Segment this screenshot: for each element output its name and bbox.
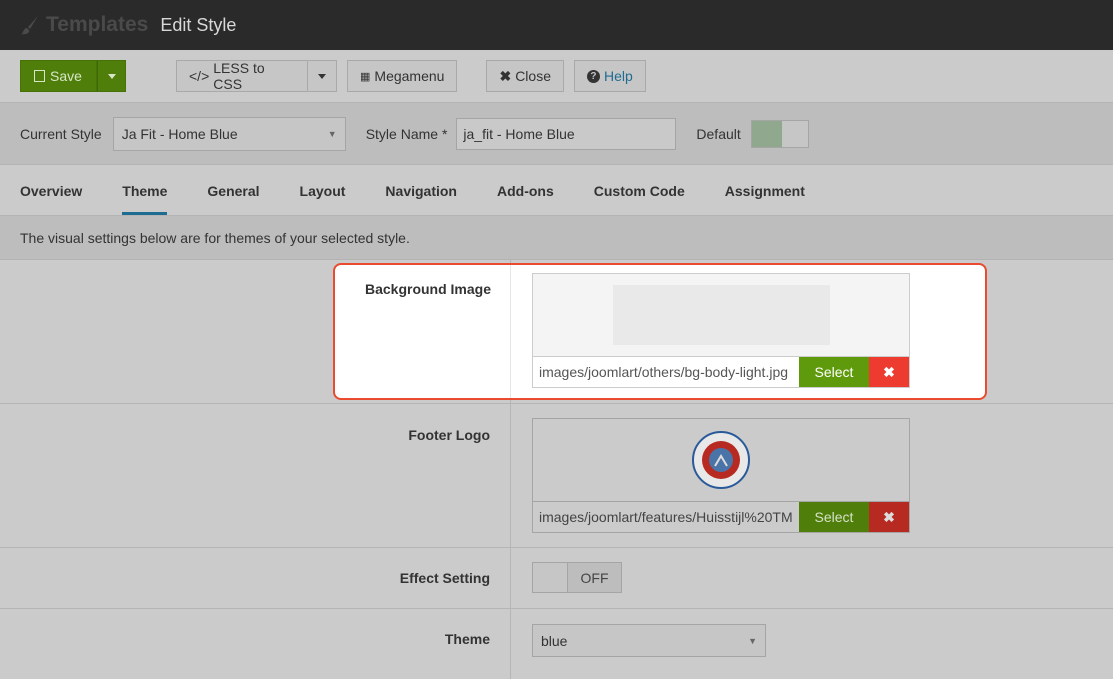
save-icon	[34, 70, 45, 82]
save-dropdown-button[interactable]	[97, 60, 126, 92]
style-name-label: Style Name *	[365, 125, 448, 142]
tab-bar: Overview Theme General Layout Navigation…	[0, 164, 1113, 216]
code-icon: </>	[189, 68, 210, 84]
sport-logo-image	[692, 431, 750, 489]
current-style-label: Current Style	[20, 125, 102, 142]
effect-setting-label: Effect Setting	[0, 548, 511, 608]
tab-layout[interactable]: Layout	[300, 165, 346, 215]
toolbar: Save </> LESS to CSS ▦ Megamenu ✖ Close ? He…	[0, 50, 1113, 102]
effect-setting-value: OFF	[568, 563, 621, 592]
footer-logo-path-input[interactable]: images/joomlart/features/Huisstijl%20TM	[533, 502, 799, 532]
caret-down-icon	[107, 73, 116, 79]
less-dropdown-button[interactable]	[308, 60, 337, 92]
current-style-select[interactable]: Ja Fit - Home Blue ▼	[112, 116, 346, 151]
question-circle-icon: ?	[586, 69, 600, 83]
theme-select[interactable]: blue ▼	[532, 624, 766, 657]
default-toggle[interactable]	[750, 119, 809, 148]
caret-down-icon: ▼	[327, 128, 337, 139]
footer-logo-preview	[533, 419, 909, 501]
style-name-input[interactable]: ja_fit - Home Blue	[456, 117, 677, 150]
effect-setting-toggle[interactable]: OFF	[532, 562, 622, 593]
tab-theme[interactable]: Theme	[122, 165, 168, 215]
less-to-css-button[interactable]: </> LESS to CSS	[176, 60, 308, 92]
current-style-value: Ja Fit - Home Blue	[121, 125, 238, 142]
background-image-preview	[533, 274, 909, 356]
close-button[interactable]: ✖ Close	[486, 60, 564, 92]
caret-down-icon: ▼	[748, 635, 757, 646]
tab-overview[interactable]: Overview	[20, 165, 82, 215]
save-label: Save	[50, 68, 82, 84]
tab-navigation[interactable]: Navigation	[385, 165, 457, 215]
style-bar: Current Style Ja Fit - Home Blue ▼ Style…	[0, 102, 1113, 164]
default-label: Default	[696, 125, 741, 142]
theme-label: Theme	[0, 609, 511, 679]
background-image-label: Background Image	[335, 265, 511, 398]
help-button[interactable]: ? Help	[573, 60, 646, 92]
background-image-media-field: images/joomlart/others/bg-body-light.jpg…	[532, 273, 910, 388]
header: Templates Edit Style	[0, 0, 1113, 50]
background-image-select-button[interactable]: Select	[799, 357, 869, 387]
paint-brush-icon	[21, 16, 38, 35]
page-title: Edit Style	[160, 14, 237, 35]
theme-value: blue	[541, 632, 568, 649]
footer-logo-media-field: images/joomlart/features/Huisstijl%20TM …	[532, 418, 910, 533]
remove-icon: ✖	[883, 363, 895, 380]
caret-down-icon	[318, 73, 326, 79]
footer-logo-select-button[interactable]: Select	[799, 502, 869, 532]
background-image-highlight: Background Image images/joomlart/others/…	[333, 263, 987, 400]
megamenu-label: Megamenu	[374, 68, 445, 84]
templates-brand: Templates	[20, 13, 148, 37]
footer-logo-label: Footer Logo	[0, 404, 511, 547]
theme-row: Theme blue ▼	[0, 609, 1113, 679]
tab-add-ons[interactable]: Add-ons	[497, 165, 554, 215]
effect-setting-row: Effect Setting OFF	[0, 548, 1113, 609]
info-text: The visual settings below are for themes…	[0, 216, 1113, 260]
background-image-remove-button[interactable]: ✖	[869, 357, 909, 387]
help-label: Help	[603, 68, 633, 84]
sitemap-icon: ▦	[360, 70, 371, 83]
app-title: Templates	[46, 13, 149, 36]
close-label: Close	[515, 68, 551, 84]
style-name-value: ja_fit - Home Blue	[463, 125, 575, 142]
footer-logo-remove-button[interactable]: ✖	[869, 502, 909, 532]
remove-icon: ✖	[883, 508, 895, 525]
tab-assignment[interactable]: Assignment	[725, 165, 805, 215]
less-label: LESS to CSS	[213, 60, 265, 92]
tab-custom-code[interactable]: Custom Code	[594, 165, 685, 215]
save-button[interactable]: Save	[20, 60, 97, 92]
background-image-path-input[interactable]: images/joomlart/others/bg-body-light.jpg	[533, 357, 799, 387]
close-icon: ✖	[499, 67, 512, 84]
footer-logo-row: Footer Logo images/joomlart/features/Hui…	[0, 404, 1113, 548]
tab-general[interactable]: General	[207, 165, 259, 215]
megamenu-button[interactable]: ▦ Megamenu	[347, 60, 458, 92]
